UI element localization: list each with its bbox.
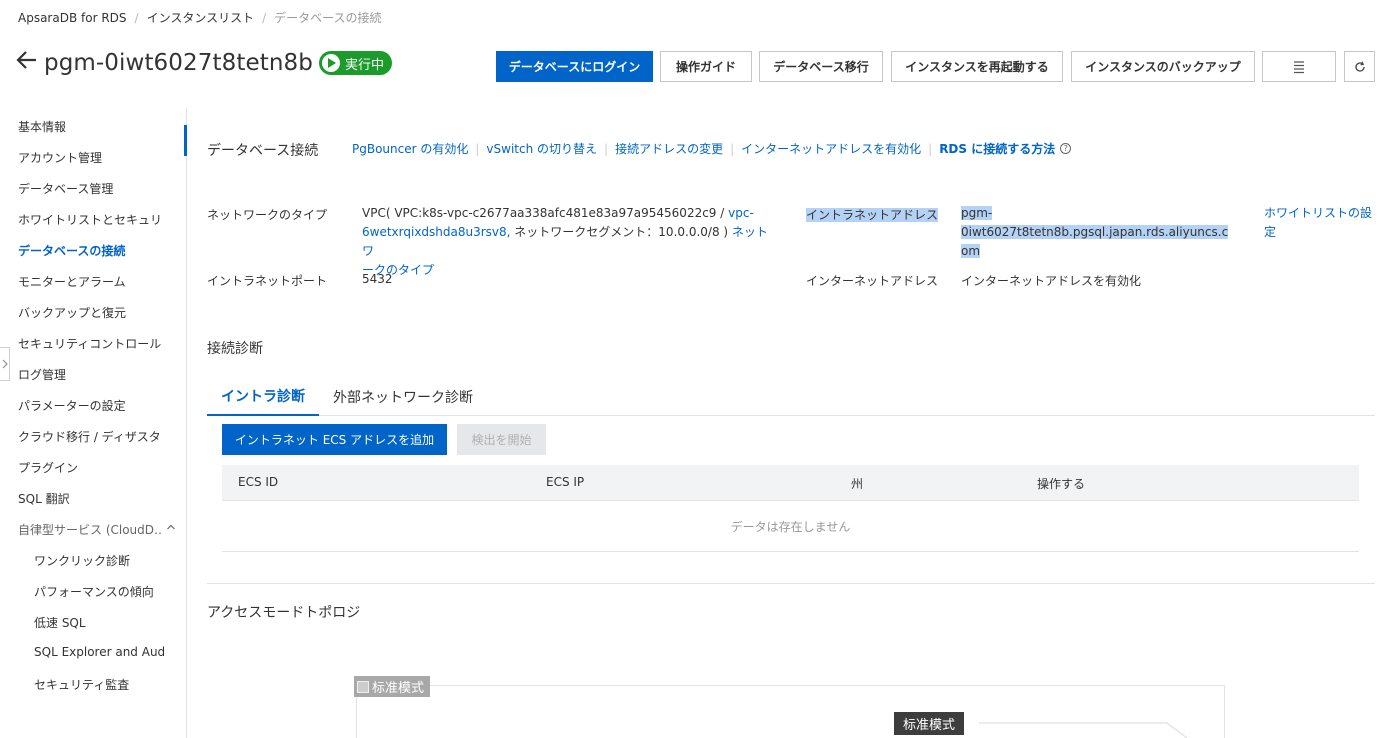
status-text: 実行中 [345,57,385,73]
sidebar [0,108,187,738]
topology-frame [356,685,1225,738]
enable-internet-address-link-2[interactable]: インターネットアドレスを有効化 [961,272,1141,289]
diagnosis-tabs: イントラ診断 外部ネットワーク診断 [207,378,1375,416]
tab-intra-diagnosis[interactable]: イントラ診断 [207,378,319,416]
sidebar-item-whitelist-security[interactable]: ホワイトリストとセキュリテ [18,211,163,228]
breadcrumb-item-current: データベースの接続 [274,11,382,25]
column-header-state: 州 [851,477,864,491]
topology-title: アクセスモードトポロジ [207,605,361,621]
sidebar-item-security-control[interactable]: セキュリティコントロール [18,335,163,352]
sidebar-item-security-audit[interactable]: セキュリティ監査 [34,676,179,693]
sidebar-item-logs[interactable]: ログ管理 [18,366,163,383]
tab-external-diagnosis[interactable]: 外部ネットワーク診断 [319,378,487,416]
more-menu-button[interactable] [1262,51,1336,82]
enable-pgbouncer-link[interactable]: PgBouncer の有効化 [352,140,468,157]
intranet-address-value[interactable]: pgm-0iwt6027t8tetn8b.pgsql.japan.rds.ali… [961,204,1253,261]
link-separator: | [604,141,609,156]
operation-guide-button[interactable]: 操作ガイド [660,51,752,82]
breadcrumb-separator: / [262,10,267,25]
table-empty-state: データは存在しません [222,501,1359,552]
breadcrumb-item-instance-list[interactable]: インスタンスリスト [147,9,255,26]
column-header-actions: 操作する [1037,477,1086,491]
sidebar-item-monitoring[interactable]: モニターとアラーム [18,273,163,290]
section-divider [207,583,1375,584]
back-arrow-icon[interactable] [16,49,38,77]
start-detection-button[interactable]: 検出を開始 [457,424,546,455]
refresh-icon [1354,61,1365,72]
sidebar-item-sql-explorer[interactable]: SQL Explorer and Aud [34,645,179,659]
link-separator: | [730,141,735,156]
play-icon [322,54,340,72]
breadcrumb: ApsaraDB for RDS / インスタンスリスト / データベースの接続 [18,9,382,26]
chevron-right-icon [2,359,8,369]
sidebar-item-one-click-diagnosis[interactable]: ワンクリック診断 [34,552,179,569]
switch-vswitch-link[interactable]: vSwitch の切り替え [486,140,597,157]
vswitch-link[interactable]: vpc- [728,206,754,220]
sidebar-item-databases[interactable]: データベース管理 [18,180,163,197]
standard-mode-tag: 标准模式 [894,712,965,735]
db-connection-title: データベース接続 [207,143,319,159]
breadcrumb-item-rds[interactable]: ApsaraDB for RDS [18,11,127,25]
network-type-label: ネットワークのタイプ [207,208,328,222]
topology-image: 标准模式 [354,676,431,697]
whitelist-settings-link[interactable]: ホワイトリストの設 定 [1264,204,1374,242]
sidebar-item-db-connection[interactable]: データベースの接続 [18,242,163,259]
sidebar-item-parameters[interactable]: パラメーターの設定 [18,397,163,414]
intranet-port-value: 5432 [362,272,393,286]
add-ecs-address-button[interactable]: イントラネット ECS アドレスを追加 [222,424,447,455]
chevron-up-icon[interactable] [166,521,176,535]
sidebar-item-accounts[interactable]: アカウント管理 [18,149,163,166]
page-title: pgm-0iwt6027t8tetn8b [44,50,313,76]
network-type-value: VPC( VPC:k8s-vpc-c2677aa338afc481e83a97a… [362,204,772,280]
intranet-address-label: イントラネットアドレス [806,208,939,222]
db-connection-actions: PgBouncer の有効化 | vSwitch の切り替え | 接続アドレスの… [352,140,1072,157]
vswitch-link-cont[interactable]: 6wetxrqixdshda8u3rsv8, [362,225,510,239]
internet-address-label: インターネットアドレス [806,274,939,288]
diagnosis-title: 接続診断 [207,341,263,357]
intranet-port-label: イントラネットポート [207,274,328,288]
vpc-info: VPC( VPC:k8s-vpc-c2677aa338afc481e83a97a… [362,206,729,220]
status-badge: 実行中 [319,51,393,75]
sidebar-item-performance-trends[interactable]: パフォーマンスの傾向 [34,583,179,600]
how-to-connect-link[interactable]: RDS に接続する方法 [939,140,1055,157]
backup-instance-button[interactable]: インスタンスのバックアップ [1071,51,1255,82]
broken-image-icon [357,680,369,693]
refresh-button[interactable] [1344,51,1375,82]
sidebar-item-basic-info[interactable]: 基本情報 [18,118,163,135]
link-separator: | [928,141,933,156]
list-icon [1294,60,1304,73]
ecs-table-header: ECS ID ECS IP 州 操作する [222,465,1359,501]
restart-instance-button[interactable]: インスタンスを再起動する [891,51,1063,82]
enable-internet-address-link[interactable]: インターネットアドレスを有効化 [741,140,921,157]
help-icon[interactable]: ? [1060,143,1072,154]
sidebar-item-sql-translation[interactable]: SQL 翻訳 [18,490,163,507]
sidebar-group-autonomous[interactable]: 自律型サービス (CloudD… [18,521,163,538]
column-header-ecs-id: ECS ID [238,475,279,489]
breadcrumb-separator: / [134,10,139,25]
sidebar-item-slow-sql[interactable]: 低速 SQL [34,614,179,631]
sidebar-item-backup-restore[interactable]: バックアップと復元 [18,304,163,321]
network-segment: ネットワークセグメント：10.0.0.0/8 ) [510,225,732,239]
link-separator: | [475,141,480,156]
sidebar-active-indicator [184,125,187,156]
sidebar-item-cloud-migration[interactable]: クラウド移行 / ディザスタ [18,428,163,445]
sidebar-item-plugins[interactable]: プラグイン [18,459,163,476]
sidebar-collapse-handle[interactable] [0,347,10,381]
login-database-button[interactable]: データベースにログイン [496,51,653,82]
column-header-ecs-ip: ECS IP [546,475,585,489]
change-address-link[interactable]: 接続アドレスの変更 [615,140,723,157]
database-migration-button[interactable]: データベース移行 [759,51,883,82]
